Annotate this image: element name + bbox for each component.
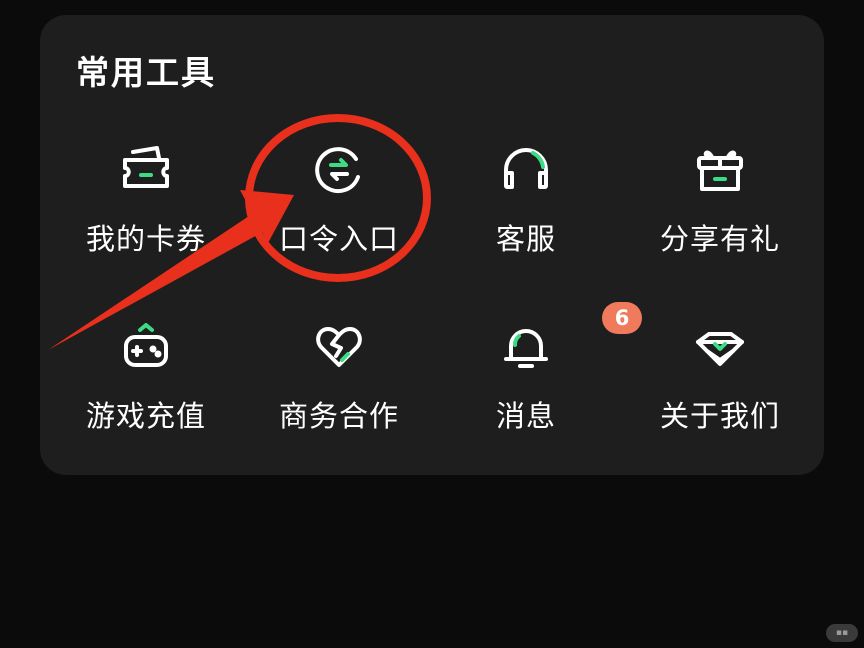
section-title: 常用工具 — [76, 53, 216, 92]
tool-label: 分享有礼 — [659, 222, 780, 256]
tool-customer-service[interactable]: 客服 — [428, 143, 624, 293]
tool-my-coupons[interactable]: 我的卡券 — [48, 143, 244, 293]
about-badge-icon — [693, 320, 747, 374]
gamepad-icon — [119, 320, 173, 374]
tool-messages[interactable]: 6 消息 — [428, 302, 642, 470]
tool-label: 客服 — [495, 222, 556, 256]
screen: 常用工具 我的卡券 口令入口 客服 分享有礼 游戏充值 商务合作 6 消息 关于… — [0, 0, 864, 648]
watermark: ▪▪ — [826, 624, 858, 642]
tool-share-rewards[interactable]: 分享有礼 — [622, 143, 818, 293]
password-exchange-icon — [312, 143, 366, 197]
tool-about-us[interactable]: 关于我们 — [622, 320, 818, 470]
headset-icon — [499, 143, 553, 197]
tool-label: 游戏充值 — [85, 399, 206, 433]
tool-label: 我的卡券 — [85, 222, 206, 256]
tool-business-cooperation[interactable]: 商务合作 — [241, 320, 437, 470]
tool-game-recharge[interactable]: 游戏充值 — [48, 320, 244, 470]
heart-handshake-icon — [312, 320, 366, 374]
tool-label: 消息 — [495, 399, 556, 433]
bell-icon: 6 — [499, 302, 642, 374]
ticket-icon — [119, 143, 173, 197]
tool-label: 商务合作 — [278, 399, 399, 433]
tool-password-entry[interactable]: 口令入口 — [241, 143, 437, 293]
tool-label: 口令入口 — [278, 222, 399, 256]
common-tools-card: 常用工具 我的卡券 口令入口 客服 分享有礼 游戏充值 商务合作 6 消息 关于… — [40, 15, 824, 475]
tool-label: 关于我们 — [659, 399, 780, 433]
gift-icon — [693, 143, 747, 197]
